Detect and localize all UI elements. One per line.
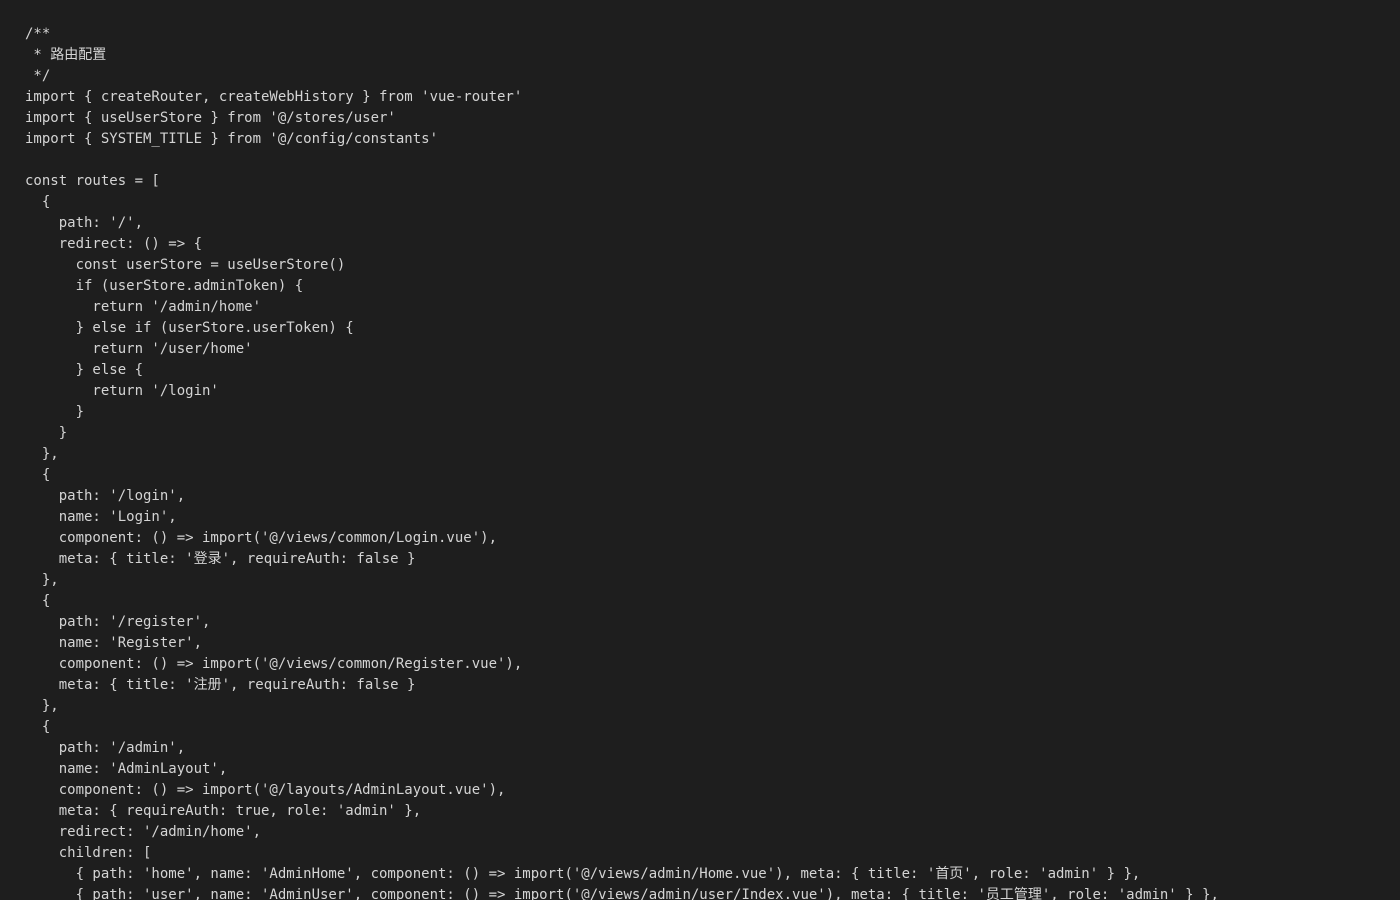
code-line: { xyxy=(25,719,51,735)
code-line: return '/login' xyxy=(25,383,219,399)
code-line: { path: 'user', name: 'AdminUser', compo… xyxy=(25,887,1219,900)
code-line: return '/user/home' xyxy=(25,341,253,357)
code-line: { path: 'home', name: 'AdminHome', compo… xyxy=(25,866,1141,882)
code-line: { xyxy=(25,194,51,210)
code-line: children: [ xyxy=(25,845,152,861)
code-line: meta: { requireAuth: true, role: 'admin'… xyxy=(25,803,422,819)
code-line: import { createRouter, createWebHistory … xyxy=(25,89,523,105)
code-line: /** xyxy=(25,26,51,42)
code-line: path: '/login', xyxy=(25,488,186,504)
code-line: name: 'Register', xyxy=(25,635,203,651)
code-line: { xyxy=(25,467,51,483)
code-line: name: 'Login', xyxy=(25,509,177,525)
code-line: const routes = [ xyxy=(25,173,160,189)
code-line: }, xyxy=(25,446,59,462)
code-line: return '/admin/home' xyxy=(25,299,262,315)
code-content[interactable]: /** * 路由配置 */ import { createRouter, crea… xyxy=(25,24,1219,900)
code-line: }, xyxy=(25,572,59,588)
code-line: */ xyxy=(25,68,51,84)
code-line: if (userStore.adminToken) { xyxy=(25,278,304,294)
code-line: component: () => import('@/views/common/… xyxy=(25,656,523,672)
code-line: meta: { title: '注册', requireAuth: false … xyxy=(25,677,416,693)
code-line: } xyxy=(25,425,68,441)
code-line: }, xyxy=(25,698,59,714)
code-line: path: '/', xyxy=(25,215,144,231)
code-line: path: '/register', xyxy=(25,614,211,630)
code-line: } else { xyxy=(25,362,144,378)
code-line: } else if (userStore.userToken) { xyxy=(25,320,354,336)
code-line: component: () => import('@/layouts/Admin… xyxy=(25,782,506,798)
code-line: path: '/admin', xyxy=(25,740,186,756)
code-line: import { useUserStore } from '@/stores/u… xyxy=(25,110,396,126)
code-line: const userStore = useUserStore() xyxy=(25,257,346,273)
code-line: * 路由配置 xyxy=(25,47,107,63)
code-line: { xyxy=(25,593,51,609)
code-editor[interactable]: /** * 路由配置 */ import { createRouter, crea… xyxy=(0,0,1400,900)
code-line: import { SYSTEM_TITLE } from '@/config/c… xyxy=(25,131,439,147)
code-line: meta: { title: '登录', requireAuth: false … xyxy=(25,551,416,567)
code-line: redirect: () => { xyxy=(25,236,203,252)
code-line: component: () => import('@/views/common/… xyxy=(25,530,498,546)
code-line: } xyxy=(25,404,85,420)
code-line: redirect: '/admin/home', xyxy=(25,824,262,840)
code-line: name: 'AdminLayout', xyxy=(25,761,228,777)
